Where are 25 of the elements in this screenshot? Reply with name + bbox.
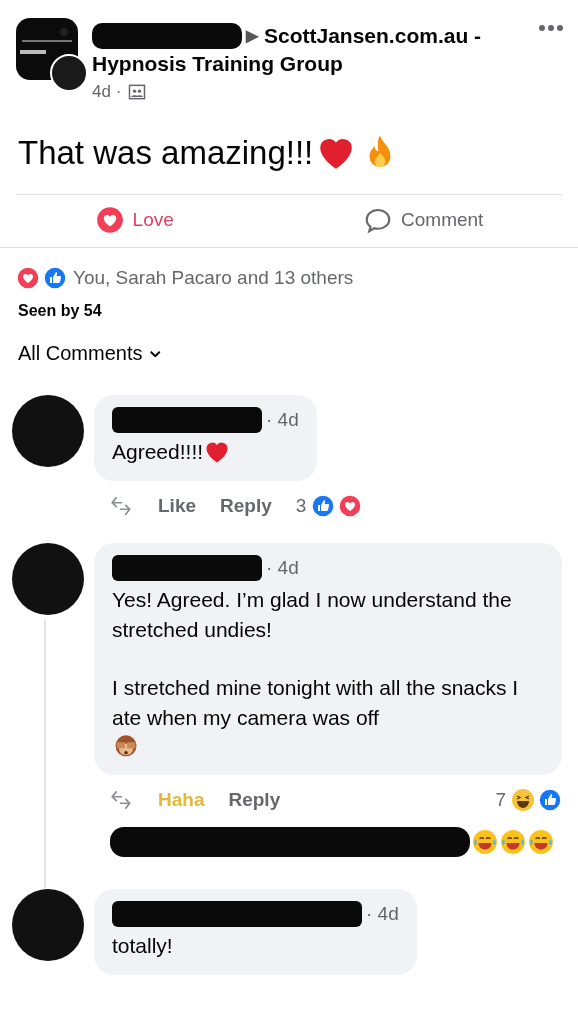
comment-time: · 4d bbox=[366, 903, 399, 925]
comment-text: I stretched mine tonight with all the snacks I ate when my camera was off bbox=[112, 676, 519, 729]
comment-time: · 4d bbox=[266, 557, 299, 579]
group-name[interactable]: Hypnosis Training Group bbox=[92, 50, 343, 78]
love-button[interactable]: Love bbox=[84, 199, 184, 241]
reply-link[interactable]: Reply bbox=[228, 789, 281, 811]
reaction-count[interactable]: 7 bbox=[495, 789, 506, 811]
comment-button[interactable]: Comment bbox=[353, 199, 494, 241]
group-name[interactable]: ScottJansen.com.au - bbox=[264, 22, 482, 50]
love-reaction-icon bbox=[94, 205, 125, 235]
comment-text: Yes! Agreed. I’m glad I now understand the stretched undies! bbox=[112, 588, 512, 641]
comment-time: · 4d bbox=[266, 409, 299, 431]
more-icon[interactable] bbox=[538, 24, 564, 32]
arrow-glyph: ▶ bbox=[246, 26, 258, 46]
reactions-summary[interactable]: You, Sarah Pacaro and 13 others bbox=[73, 267, 354, 289]
post-time: 4d · bbox=[92, 82, 122, 102]
reply-link[interactable]: Reply bbox=[220, 495, 272, 517]
comments-filter[interactable]: All Comments bbox=[0, 320, 578, 365]
seen-count[interactable]: Seen by 54 bbox=[0, 290, 578, 320]
comment-text: Agreed!!!! bbox=[112, 439, 204, 465]
post-text: That was amazing!!! bbox=[18, 134, 314, 172]
chevron-icon bbox=[150, 350, 161, 357]
react-link[interactable]: Like bbox=[158, 495, 197, 517]
comment-text: totally! bbox=[112, 933, 173, 959]
reaction-count[interactable]: 3 bbox=[295, 495, 307, 517]
